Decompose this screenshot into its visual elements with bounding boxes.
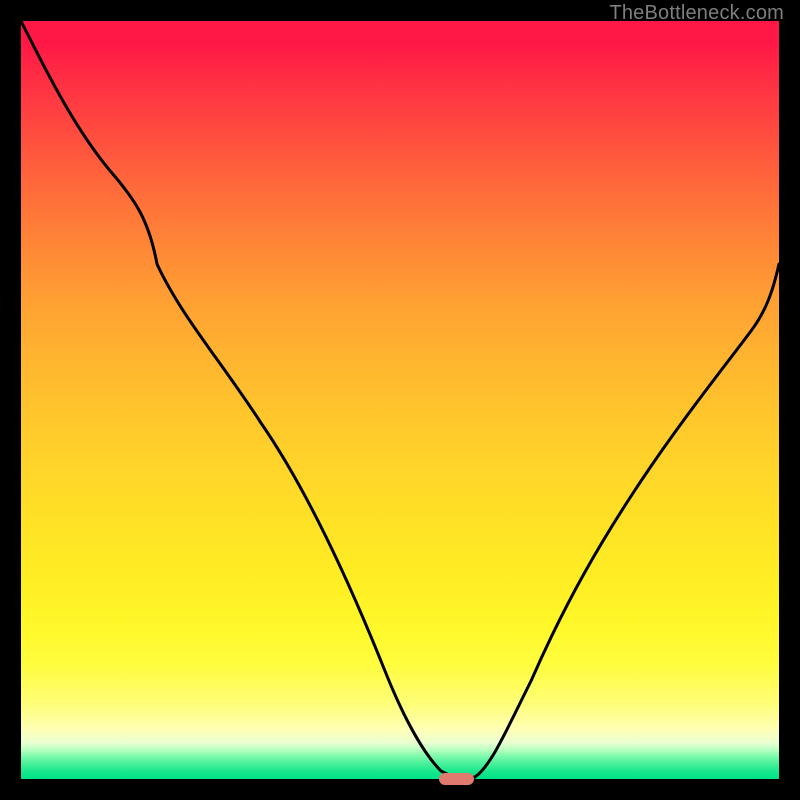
curve-path — [21, 21, 779, 779]
bottleneck-curve — [21, 21, 779, 779]
minimum-marker — [439, 773, 474, 785]
plot-area — [21, 21, 779, 779]
attribution-text: TheBottleneck.com — [609, 2, 784, 25]
chart-frame: TheBottleneck.com — [0, 0, 800, 800]
